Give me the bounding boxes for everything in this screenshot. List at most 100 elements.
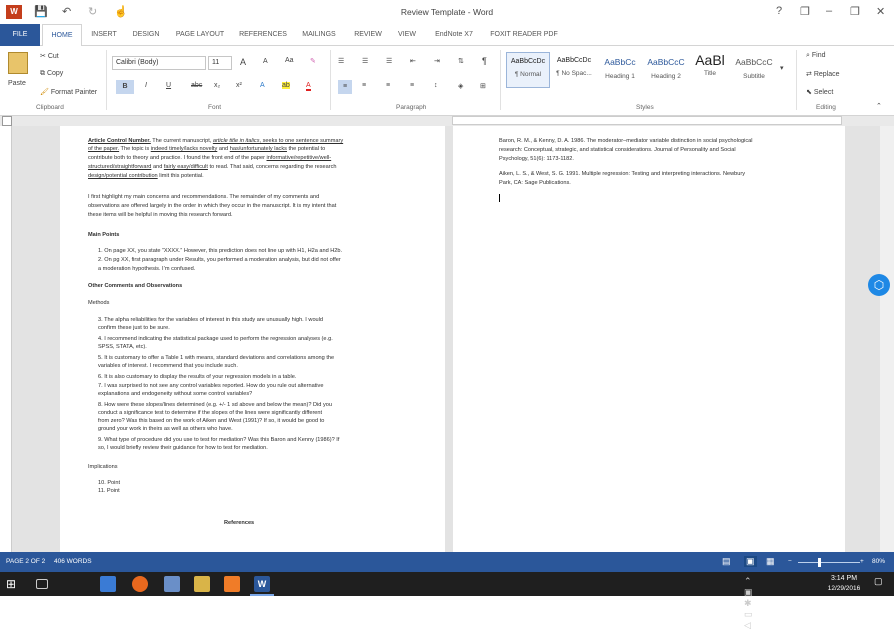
tab-endnote[interactable]: EndNote X7 xyxy=(428,24,480,46)
borders-icon[interactable]: ⊞ xyxy=(480,82,486,90)
font-size-combo[interactable]: 11 xyxy=(208,56,232,70)
web-layout-icon[interactable]: ▦ xyxy=(766,556,775,567)
methods-line: conduct a significance test to determine… xyxy=(98,410,323,416)
copy-icon: ⧉ xyxy=(40,70,47,77)
ribbon-display-button[interactable]: ❐ xyxy=(800,5,810,18)
multilevel-list-icon[interactable]: ☰ xyxy=(386,57,392,65)
zoom-out-button[interactable]: − xyxy=(788,558,792,565)
clock-date[interactable]: 12/29/2016 xyxy=(822,585,866,592)
justify-icon[interactable]: ≡ xyxy=(410,82,414,89)
zoom-level[interactable]: 80% xyxy=(872,558,885,565)
align-center-icon[interactable]: ≡ xyxy=(362,82,366,89)
vertical-scrollbar[interactable] xyxy=(880,126,894,552)
tab-review[interactable]: REVIEW xyxy=(348,24,388,46)
print-layout-icon[interactable]: ▣ xyxy=(744,556,757,567)
dropbox-icon[interactable]: ⬡ xyxy=(868,274,890,296)
page-right[interactable]: Baron, R. M., & Kenny, D. A. 1986. The m… xyxy=(453,126,845,552)
task-view-icon[interactable] xyxy=(36,579,48,589)
tab-foxit[interactable]: FOXIT READER PDF xyxy=(486,24,562,46)
window-title: Review Template - Word xyxy=(400,7,494,17)
paste-icon[interactable] xyxy=(8,52,28,74)
notifications-icon[interactable]: ▢ xyxy=(874,576,890,592)
outlook-icon[interactable] xyxy=(100,576,116,592)
zoom-slider[interactable] xyxy=(798,562,860,563)
copy-button[interactable]: ⧉ Copy xyxy=(40,70,63,78)
clear-formatting-icon[interactable]: ✎ xyxy=(310,57,316,65)
font-color-icon[interactable]: A xyxy=(306,82,311,91)
increase-indent-icon[interactable]: ⇥ xyxy=(434,57,440,65)
minimize-button[interactable]: ‒ xyxy=(826,5,832,17)
reference-line: Baron, R. M., & Kenny, D. A. 1986. The m… xyxy=(499,138,753,144)
shrink-font-button[interactable]: A xyxy=(263,58,268,65)
line-spacing-icon[interactable]: ↕ xyxy=(434,82,438,89)
close-button[interactable]: ✕ xyxy=(876,5,885,18)
app-icon[interactable] xyxy=(164,576,180,592)
read-mode-icon[interactable]: ▤ xyxy=(722,556,731,567)
sort-icon[interactable]: ⇅ xyxy=(458,57,464,65)
app-orange-icon[interactable] xyxy=(224,576,240,592)
format-painter-button[interactable]: 🖌 Format Painter xyxy=(40,88,97,96)
tab-home[interactable]: HOME xyxy=(42,24,82,47)
tray-icons[interactable]: ⌃ ▣ ✱ ▭ ◁ xyxy=(744,576,760,630)
start-icon[interactable]: ⊞ xyxy=(6,576,22,592)
shading-icon[interactable]: ◈ xyxy=(458,82,463,90)
page-left[interactable]: Article Control Number. The current manu… xyxy=(60,126,445,552)
implication-point: 11. Point xyxy=(98,488,120,494)
align-right-icon[interactable]: ≡ xyxy=(386,82,390,89)
tab-design[interactable]: DESIGN xyxy=(128,24,164,46)
cut-button[interactable]: ✂ Cut xyxy=(40,52,59,60)
style-title[interactable]: AaBl Title xyxy=(690,52,730,88)
brush-icon: 🖌 xyxy=(40,89,51,96)
main-point-1: 1. On page XX, you state “XXXX.” However… xyxy=(98,248,343,254)
page-count[interactable]: PAGE 2 OF 2 xyxy=(6,558,45,565)
paste-button[interactable]: Paste xyxy=(8,80,26,87)
clock-time[interactable]: 3:14 PM xyxy=(824,575,864,582)
superscript-button[interactable]: x² xyxy=(236,82,242,89)
subscript-button[interactable]: x₂ xyxy=(214,82,220,89)
grow-font-button[interactable]: A xyxy=(240,57,246,67)
file-explorer-icon[interactable] xyxy=(194,576,210,592)
style-no-spacing[interactable]: AaBbCcDc ¶ No Spac... xyxy=(552,52,596,88)
tab-references[interactable]: REFERENCES xyxy=(236,24,290,46)
strikethrough-button[interactable]: abc xyxy=(191,82,202,89)
numbering-icon[interactable]: ☰ xyxy=(362,57,368,65)
show-formatting-icon[interactable]: ¶ xyxy=(482,56,487,66)
decrease-indent-icon[interactable]: ⇤ xyxy=(410,57,416,65)
zoom-in-button[interactable]: + xyxy=(860,558,864,565)
tab-insert[interactable]: INSERT xyxy=(86,24,122,46)
style-heading-1[interactable]: AaBbCc Heading 1 xyxy=(598,52,642,88)
underline-button[interactable]: U xyxy=(166,82,171,89)
firefox-icon[interactable] xyxy=(132,576,148,592)
find-button[interactable]: ⌕ Find xyxy=(806,52,826,60)
maximize-button[interactable]: ❐ xyxy=(850,5,860,18)
group-divider xyxy=(106,50,107,110)
tab-page-layout[interactable]: PAGE LAYOUT xyxy=(170,24,230,46)
italic-button[interactable]: I xyxy=(145,82,147,89)
bold-button[interactable]: B xyxy=(116,80,134,94)
word-taskbar-icon[interactable]: W xyxy=(254,576,270,592)
change-case-button[interactable]: Aa xyxy=(285,57,294,64)
tab-file[interactable]: FILE xyxy=(0,24,40,46)
style-subtitle[interactable]: AaBbCcC Subtitle xyxy=(732,52,776,88)
highlight-icon[interactable]: ab xyxy=(282,82,290,89)
bullets-icon[interactable]: ☰ xyxy=(338,57,344,65)
horizontal-ruler[interactable] xyxy=(452,116,842,125)
select-button[interactable]: ⬉ Select xyxy=(806,88,833,96)
vertical-ruler[interactable] xyxy=(0,126,12,552)
align-left-icon[interactable]: ≡ xyxy=(338,80,352,94)
style-normal[interactable]: AaBbCcDc ¶ Normal xyxy=(506,52,550,88)
text-effects-icon[interactable]: A xyxy=(260,82,265,89)
methods-line: 7. I was surprised to not see any contro… xyxy=(98,383,324,389)
collapse-ribbon-icon[interactable]: ⌃ xyxy=(876,102,882,110)
replace-button[interactable]: ⇄ Replace xyxy=(806,70,840,78)
styles-more-icon[interactable]: ▾ xyxy=(780,64,784,72)
main-point-2-cont: a moderation hypothesis. I’m confused. xyxy=(98,266,196,272)
tab-mailings[interactable]: MAILINGS xyxy=(296,24,342,46)
font-name-combo[interactable]: Calibri (Body) xyxy=(112,56,206,70)
tab-view[interactable]: VIEW xyxy=(392,24,422,46)
zoom-slider-thumb[interactable] xyxy=(818,558,821,567)
style-heading-2[interactable]: AaBbCcC Heading 2 xyxy=(644,52,688,88)
word-count[interactable]: 406 WORDS xyxy=(54,558,92,565)
help-button[interactable]: ? xyxy=(776,5,782,17)
tab-selector[interactable] xyxy=(2,116,12,126)
